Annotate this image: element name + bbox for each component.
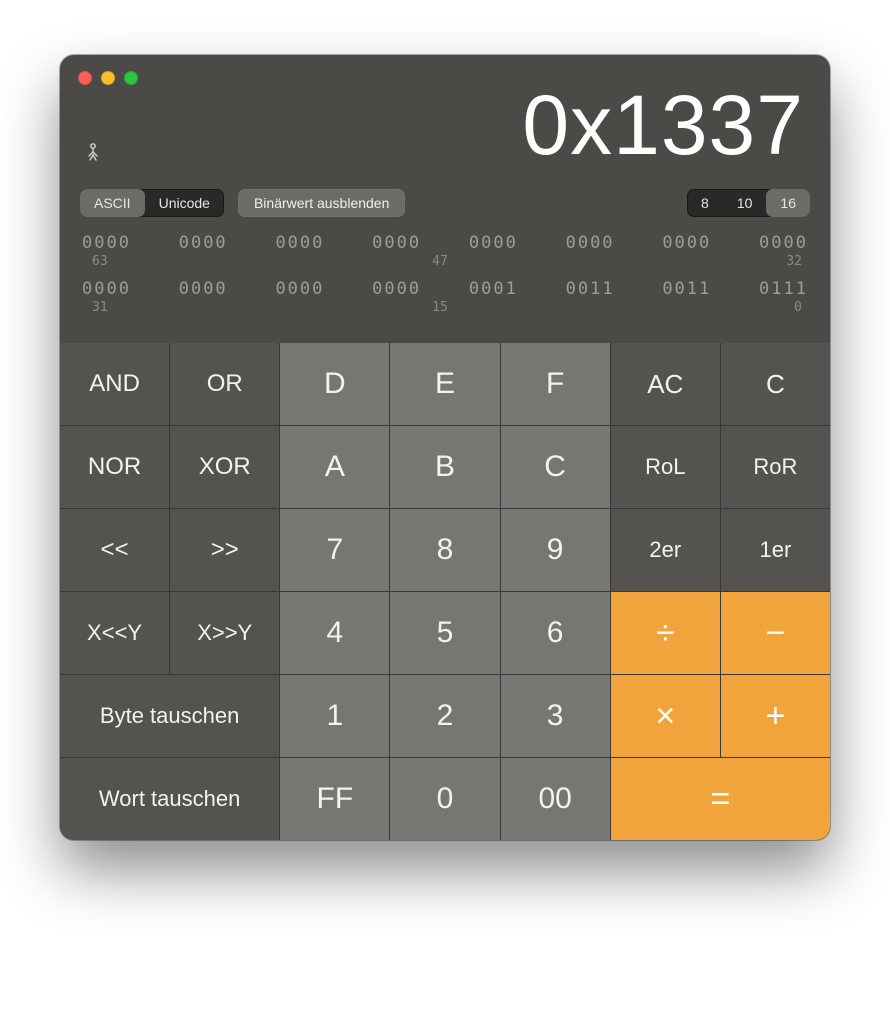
key-word-flip[interactable]: Wort tauschen: [60, 758, 279, 840]
key-rol[interactable]: RoL: [611, 426, 720, 508]
key-3[interactable]: 3: [501, 675, 610, 757]
bit-row-high[interactable]: 0000 0000 0000 0000 0000 0000 0000 0000: [82, 233, 808, 253]
keypad: AND OR D E F AC C NOR XOR A B C RoL RoR …: [60, 343, 830, 840]
key-2[interactable]: 2: [390, 675, 499, 757]
controls-row: ASCII Unicode Binärwert ausblenden 8 10 …: [60, 175, 830, 227]
key-shift-right[interactable]: >>: [170, 509, 279, 591]
key-ff[interactable]: FF: [280, 758, 389, 840]
close-window-button[interactable]: [78, 71, 92, 85]
base-8[interactable]: 8: [687, 189, 723, 217]
key-6[interactable]: 6: [501, 592, 610, 674]
key-or[interactable]: OR: [170, 343, 279, 425]
key-and[interactable]: AND: [60, 343, 169, 425]
key-c[interactable]: C: [721, 343, 830, 425]
bit-labels-low: 31 15 0: [82, 300, 808, 315]
key-subtract[interactable]: −: [721, 592, 830, 674]
key-ac[interactable]: AC: [611, 343, 720, 425]
key-nor[interactable]: NOR: [60, 426, 169, 508]
zoom-window-button[interactable]: [124, 71, 138, 85]
base-segmented: 8 10 16: [687, 189, 810, 217]
key-9[interactable]: 9: [501, 509, 610, 591]
key-00[interactable]: 00: [501, 758, 610, 840]
key-5[interactable]: 5: [390, 592, 499, 674]
key-8[interactable]: 8: [390, 509, 499, 591]
calculator-window: 0x1337 ASCII Unicode Binärwert ausblende…: [60, 55, 830, 840]
display-area: 0x1337: [60, 83, 830, 175]
bit-row-low[interactable]: 0000 0000 0000 0000 0001 0011 0011 0111: [82, 279, 808, 299]
encoding-unicode[interactable]: Unicode: [145, 189, 224, 217]
base-10[interactable]: 10: [723, 189, 767, 217]
key-7[interactable]: 7: [280, 509, 389, 591]
key-0[interactable]: 0: [390, 758, 499, 840]
hide-binary-button[interactable]: Binärwert ausblenden: [238, 189, 405, 217]
key-x-shift-right-y[interactable]: X>>Y: [170, 592, 279, 674]
minimize-window-button[interactable]: [101, 71, 115, 85]
key-add[interactable]: +: [721, 675, 830, 757]
key-1[interactable]: 1: [280, 675, 389, 757]
key-d[interactable]: D: [280, 343, 389, 425]
key-e[interactable]: E: [390, 343, 499, 425]
key-f[interactable]: F: [501, 343, 610, 425]
bit-labels-high: 63 47 32: [82, 254, 808, 269]
key-byte-flip[interactable]: Byte tauschen: [60, 675, 279, 757]
key-divide[interactable]: ÷: [611, 592, 720, 674]
key-equals[interactable]: =: [611, 758, 830, 840]
key-shift-left[interactable]: <<: [60, 509, 169, 591]
key-twos-complement[interactable]: 2er: [611, 509, 720, 591]
key-multiply[interactable]: ×: [611, 675, 720, 757]
encoding-segmented: ASCII Unicode: [80, 189, 224, 217]
key-b[interactable]: B: [390, 426, 499, 508]
key-ror[interactable]: RoR: [721, 426, 830, 508]
binary-display: 0000 0000 0000 0000 0000 0000 0000 0000 …: [60, 227, 830, 343]
encoding-ascii[interactable]: ASCII: [80, 189, 145, 217]
base-16[interactable]: 16: [766, 189, 810, 217]
key-x-shift-left-y[interactable]: X<<Y: [60, 592, 169, 674]
key-a[interactable]: A: [280, 426, 389, 508]
main-display: 0x1337: [86, 83, 804, 167]
key-xor[interactable]: XOR: [170, 426, 279, 508]
key-c-hex[interactable]: C: [501, 426, 610, 508]
key-ones-complement[interactable]: 1er: [721, 509, 830, 591]
key-4[interactable]: 4: [280, 592, 389, 674]
paper-tape-icon[interactable]: [86, 143, 100, 166]
